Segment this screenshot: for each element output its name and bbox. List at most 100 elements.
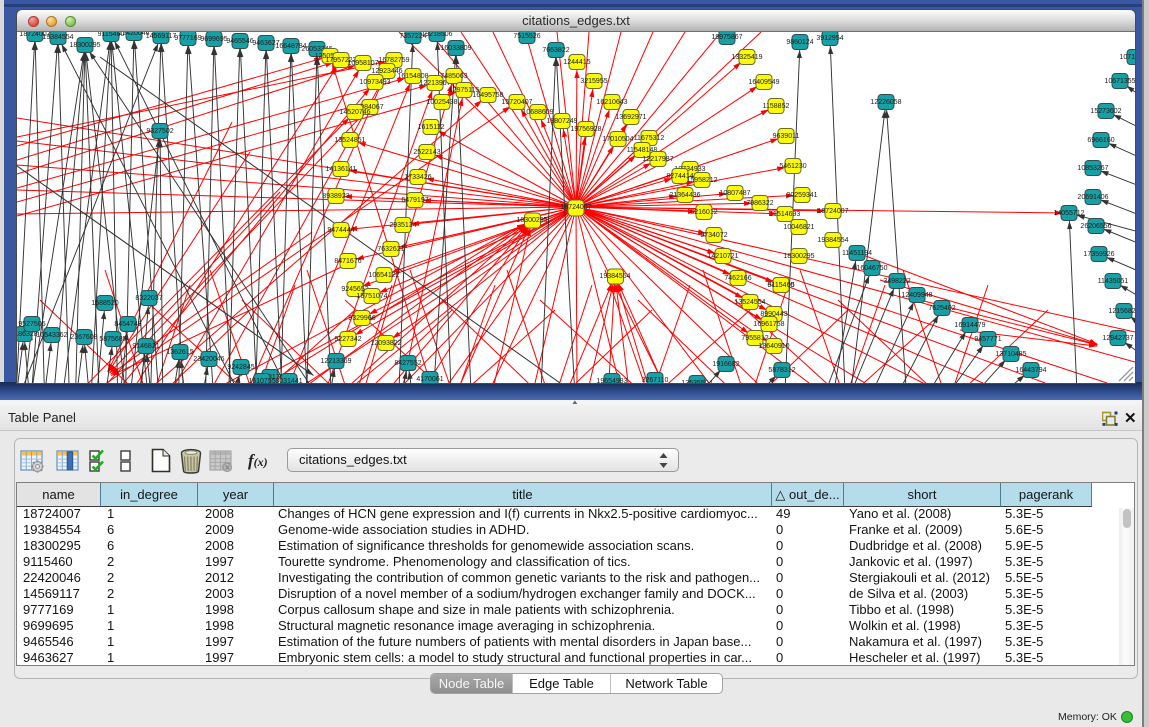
svg-text:18724007: 18724007 [560,204,591,211]
svg-text:5461230: 5461230 [779,163,806,170]
svg-text:9146821: 9146821 [132,343,159,350]
svg-text:9639011: 9639011 [773,133,800,140]
svg-text:16961758: 16961758 [753,321,784,328]
svg-text:10025438: 10025438 [426,99,457,106]
svg-text:16782759: 16782759 [378,57,409,64]
svg-text:10958107: 10958107 [347,60,378,67]
svg-text:9457771: 9457771 [974,336,1001,343]
svg-text:9327502: 9327502 [146,128,173,135]
svg-text:10973493: 10973493 [359,79,390,86]
svg-text:3215955: 3215955 [580,78,607,85]
svg-text:7462166: 7462166 [724,275,751,282]
svg-text:12156829: 12156829 [1108,308,1135,315]
svg-text:15958212: 15958212 [686,177,717,184]
svg-text:1588520: 1588520 [91,300,118,307]
svg-text:8427552: 8427552 [394,360,421,367]
svg-text:15751074: 15751074 [356,293,387,300]
svg-text:14569117: 14569117 [146,33,177,40]
svg-text:23420046: 23420046 [193,356,224,363]
svg-text:13524851: 13524851 [334,137,365,144]
svg-text:12093822: 12093822 [370,340,401,347]
svg-text:11514693: 11514693 [770,211,801,218]
svg-text:9242845: 9242845 [227,364,254,371]
svg-text:9474444: 9474444 [327,227,354,234]
svg-text:1244415: 1244415 [563,59,590,66]
svg-text:9734072: 9734072 [700,232,727,239]
svg-text:4170061: 4170061 [416,376,443,383]
svg-text:1362615: 1362615 [166,349,193,356]
svg-text:18724007: 18724007 [817,208,848,215]
svg-text:14520746: 14520746 [339,109,370,116]
svg-text:16914479: 16914479 [954,322,985,329]
svg-text:3912954: 3912954 [816,35,843,42]
svg-text:8938923: 8938923 [322,193,349,200]
svg-text:2367608: 2367608 [70,334,97,341]
svg-text:13692971: 13692971 [615,114,646,121]
svg-text:9465546: 9465546 [226,38,253,45]
svg-text:19384554: 19384554 [817,237,848,244]
svg-text:2522143: 2522143 [413,149,440,156]
svg-text:3498222: 3498222 [883,278,910,285]
svg-text:18300295: 18300295 [69,42,100,49]
svg-text:21364436: 21364436 [669,192,700,199]
svg-text:16154808: 16154808 [397,73,428,80]
svg-text:10719155: 10719155 [1119,54,1135,61]
svg-text:20691406: 20691406 [1077,194,1108,201]
svg-text:20259341: 20259341 [786,192,817,199]
svg-text:10807487: 10807487 [719,190,750,197]
svg-text:1615112: 1615112 [418,124,445,131]
svg-text:14210721: 14210721 [707,253,738,260]
svg-text:1916682: 1916682 [712,361,739,368]
svg-text:1610755: 1610755 [248,378,275,383]
svg-text:12217987: 12217987 [642,156,673,163]
svg-text:16409549: 16409549 [748,79,779,86]
svg-text:13710485: 13710485 [995,351,1026,358]
svg-text:10654122: 10654122 [368,272,399,279]
svg-text:8186328: 8186328 [17,331,38,338]
svg-text:11435051: 11435051 [1098,278,1129,285]
svg-text:9115460: 9115460 [768,282,795,289]
svg-text:5878312: 5878312 [768,367,795,374]
svg-text:8454749: 8454749 [114,321,141,328]
svg-text:9527505: 9527505 [18,321,45,328]
svg-text:8322037: 8322037 [135,295,162,302]
svg-text:3267110: 3267110 [642,377,669,383]
svg-text:1158852: 1158852 [763,103,790,110]
svg-text:17359926: 17359926 [1083,251,1114,258]
svg-text:12409948: 12409948 [901,292,932,299]
svg-text:6966160: 6966160 [1087,137,1114,144]
svg-text:16033809: 16033809 [440,45,471,52]
svg-text:16210643: 16210643 [596,99,627,106]
svg-text:16046750: 16046750 [856,265,887,272]
svg-text:18300295: 18300295 [516,217,547,224]
svg-text:10853267: 10853267 [1077,165,1108,172]
svg-text:10671355: 10671355 [1104,78,1135,85]
svg-text:12226058: 12226058 [870,99,901,106]
svg-text:11675312: 11675312 [634,135,665,142]
svg-text:7955812: 7955812 [741,335,768,342]
svg-text:19756928: 19756928 [570,126,601,133]
svg-text:19975867: 19975867 [711,34,742,41]
svg-text:16443794: 16443794 [1015,367,1046,374]
svg-text:6479197: 6479197 [401,197,428,204]
svg-text:7515526: 7515526 [513,33,540,40]
svg-text:15273602: 15273602 [1090,108,1121,115]
svg-text:26206556: 26206556 [1080,223,1111,230]
svg-text:18300295: 18300295 [783,253,814,260]
svg-text:9329966: 9329966 [348,315,375,322]
svg-text:7663822: 7663822 [542,47,569,54]
svg-text:2935134: 2935134 [389,222,416,229]
svg-text:10046821: 10046821 [783,224,814,231]
svg-text:13524554: 13524554 [734,299,765,306]
svg-text:7485063: 7485063 [440,73,467,80]
svg-text:9777169: 9777169 [174,35,201,42]
svg-text:18807249: 18807249 [546,118,577,125]
svg-text:12213369: 12213369 [320,358,351,365]
svg-text:7986322: 7986322 [746,200,773,207]
svg-text:7625402: 7625402 [928,305,955,312]
svg-text:16495758: 16495758 [472,92,503,99]
svg-text:11451194: 11451194 [842,250,872,257]
svg-text:1733426: 1733426 [404,174,431,181]
svg-text:9227342: 9227342 [334,336,361,343]
svg-text:8031441: 8031441 [275,378,302,383]
